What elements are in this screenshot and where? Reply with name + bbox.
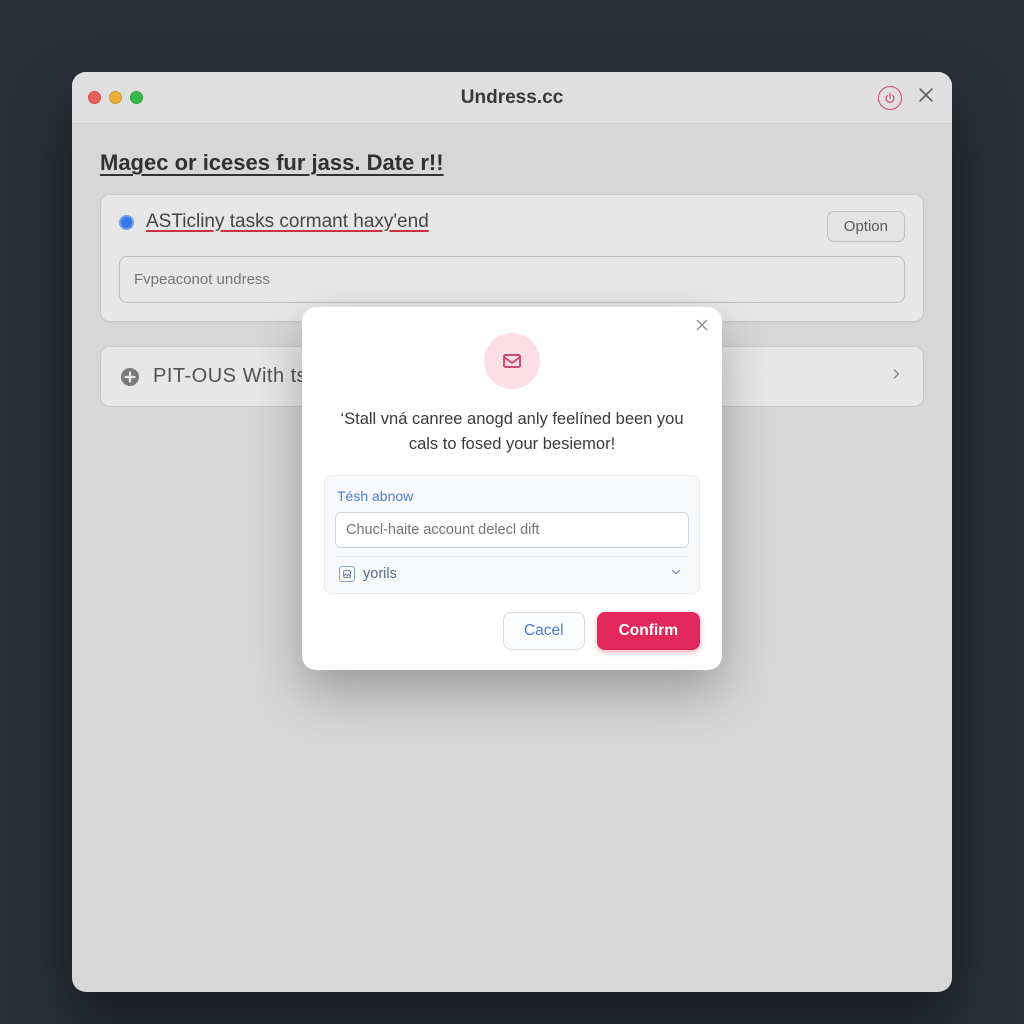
modal-icon-wrap [324, 333, 700, 389]
cancel-button[interactable]: Cacel [503, 612, 585, 650]
app-window: Undress.cc Magec or iceses fur jass. Dat… [72, 72, 952, 992]
modal-select[interactable]: yorils [335, 556, 689, 593]
image-icon [339, 566, 355, 582]
modal-select-label: yorils [363, 566, 397, 582]
modal-form: Tésh abnow yorils [324, 475, 700, 594]
chevron-down-icon [669, 565, 683, 583]
modal-actions: Cacel Confirm [324, 612, 700, 650]
modal-account-input[interactable] [335, 512, 689, 548]
modal-message: ‘Stall vná canree anogd anly feelíned be… [324, 407, 700, 475]
modal-close-icon[interactable] [694, 317, 710, 338]
confirm-modal: ‘Stall vná canree anogd anly feelíned be… [302, 307, 722, 670]
modal-form-label: Tésh abnow [335, 486, 689, 512]
confirm-button[interactable]: Confirm [597, 612, 700, 650]
mail-warning-icon [484, 333, 540, 389]
